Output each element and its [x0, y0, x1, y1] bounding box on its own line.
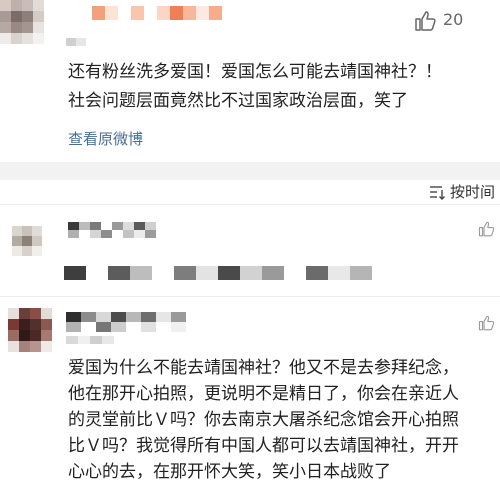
post-text-line-2: 社会问题层面竟然比不过国家政治层面，笑了 — [68, 91, 408, 111]
divider — [0, 204, 500, 205]
comment-like-icon[interactable] — [478, 220, 496, 238]
like-count: 20 — [443, 10, 464, 29]
reply-text-line-3: 的灵堂前比Ｖ吗？你去南京大屠杀纪念馆会开心拍照 — [68, 410, 459, 430]
post-username[interactable] — [92, 6, 222, 20]
reply-like-icon[interactable] — [478, 314, 496, 332]
reply-text-line-5: 心心的去，在那开怀大笑，笑小日本战败了 — [68, 462, 391, 482]
reply-avatar[interactable] — [8, 308, 52, 352]
comment-avatar[interactable] — [12, 226, 42, 256]
post-avatar[interactable] — [0, 0, 44, 44]
section-gap — [0, 162, 500, 180]
reply-text-line-2: 他在那开心拍照，更说明不是精日了，你会在亲近人 — [68, 384, 459, 404]
like-icon[interactable] — [414, 9, 438, 33]
comment-blurred-text — [64, 266, 372, 280]
view-original-link[interactable]: 查看原微博 — [68, 128, 143, 149]
post-text-line-1: 还有粉丝洗多爱国！爱国怎么可能去靖国神社？！ — [68, 62, 442, 82]
post-meta — [66, 38, 86, 46]
reply-text-line-4: 比Ｖ吗？我觉得所有中国人都可以去靖国神社，开开 — [68, 436, 459, 456]
reply-username[interactable] — [66, 312, 186, 332]
sort-icon[interactable] — [428, 183, 446, 201]
sort-by-time-label[interactable]: 按时间 — [450, 181, 495, 202]
divider — [0, 296, 500, 297]
reply-text-line-1: 爱国为什么不能去靖国神社？他又不是去参拜纪念， — [68, 358, 459, 378]
reply-meta — [66, 336, 114, 344]
comment-username[interactable] — [68, 222, 156, 238]
